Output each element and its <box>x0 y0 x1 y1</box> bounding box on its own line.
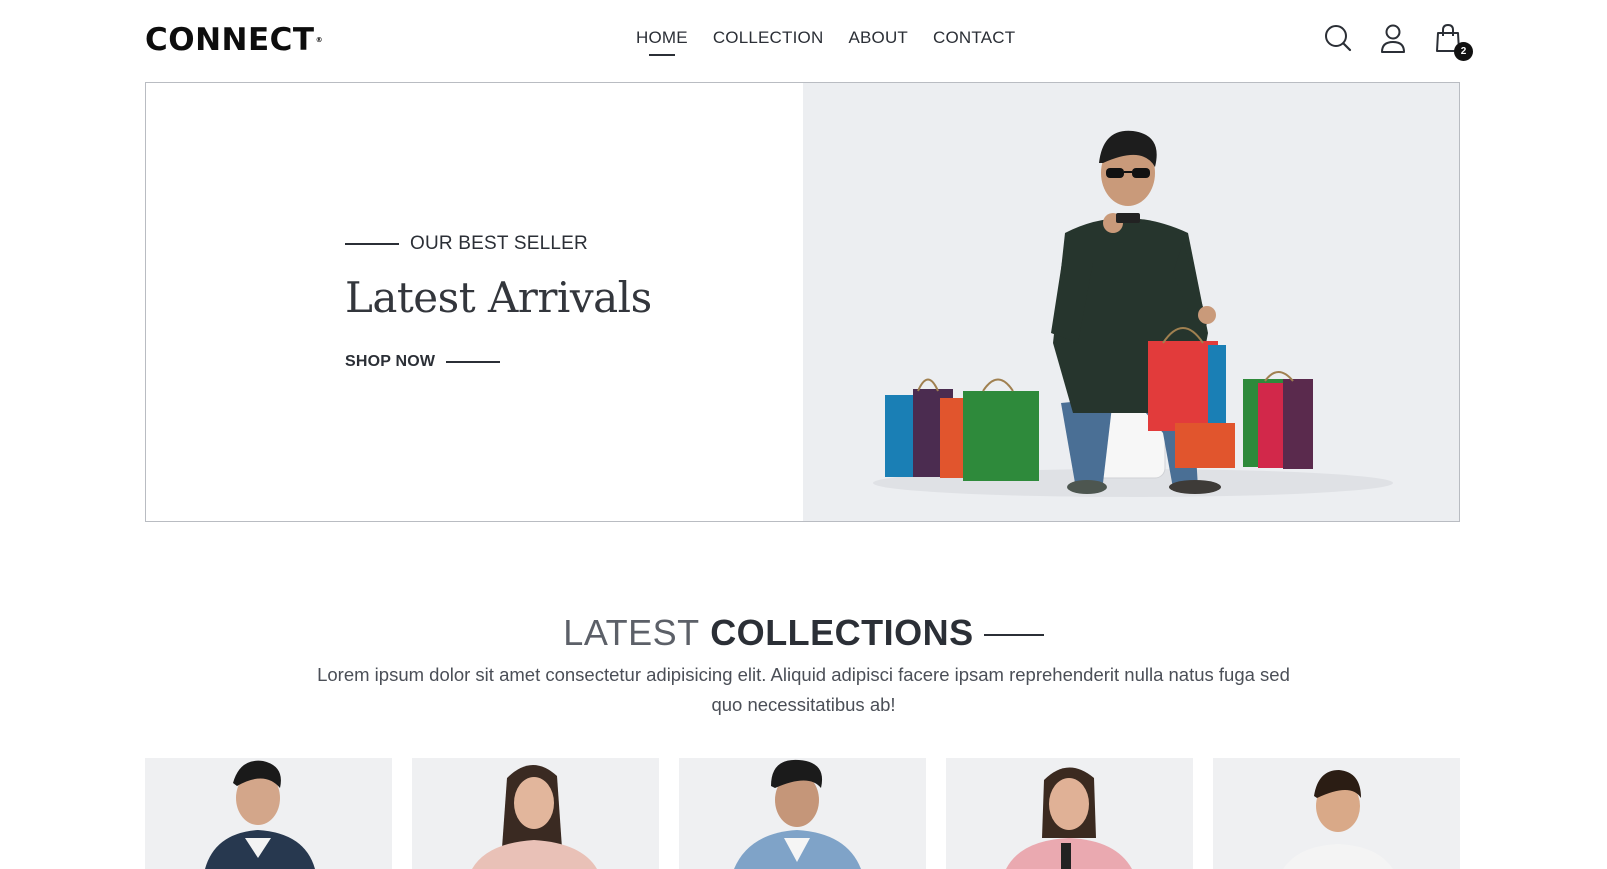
header-actions: 2 <box>1322 22 1487 61</box>
product-image-denim-jacket-men <box>205 760 315 869</box>
product-card[interactable] <box>1213 758 1460 869</box>
hero-text-panel: OUR BEST SELLER Latest Arrivals SHOP NOW <box>146 83 803 521</box>
account-button[interactable] <box>1377 22 1413 58</box>
product-image-denim-jacket-curly <box>734 759 861 869</box>
hero-banner: OUR BEST SELLER Latest Arrivals SHOP NOW <box>145 82 1460 522</box>
shop-now-link[interactable]: SHOP NOW <box>345 353 501 371</box>
product-image-pink-top-women <box>472 764 597 869</box>
collections-description: Lorem ipsum dolor sit amet consectetur a… <box>317 664 1290 715</box>
main-nav: HOME COLLECTION ABOUT CONTACT <box>636 26 1040 50</box>
collections-title: LATEST COLLECTIONS <box>0 612 1607 654</box>
nav-home[interactable]: HOME <box>636 26 688 50</box>
search-icon <box>1325 25 1352 52</box>
hero-model-illustration <box>873 130 1393 497</box>
cart-count-badge: 2 <box>1454 42 1473 61</box>
registered-mark: ® <box>315 36 324 44</box>
cart-button[interactable]: 2 <box>1432 22 1473 61</box>
product-card[interactable] <box>412 758 659 869</box>
site-header: CONNECT® HOME COLLECTION ABOUT CONTACT 2 <box>0 0 1607 80</box>
search-button[interactable] <box>1322 22 1358 58</box>
nav-about[interactable]: ABOUT <box>848 26 908 50</box>
brand-logo-text: CONNECT <box>145 22 315 58</box>
nav-contact[interactable]: CONTACT <box>933 26 1015 50</box>
collections-title-light: LATEST <box>563 612 700 653</box>
shopping-bags-left <box>885 378 1039 481</box>
product-image-kids-tshirt <box>1283 770 1393 869</box>
collections-title-bold: COLLECTIONS <box>710 612 974 653</box>
title-divider <box>983 634 1044 637</box>
product-image-pink-jacket-women <box>1006 767 1132 869</box>
shop-now-label: SHOP NOW <box>345 353 436 370</box>
product-card[interactable] <box>679 758 926 869</box>
brand-logo[interactable]: CONNECT® <box>145 22 323 58</box>
user-icon <box>1381 24 1405 53</box>
hero-image <box>803 83 1459 521</box>
eyebrow-divider <box>345 243 399 245</box>
hero-title: Latest Arrivals <box>345 273 652 322</box>
hero-eyebrow: OUR BEST SELLER <box>345 233 588 255</box>
eyebrow-text: OUR BEST SELLER <box>410 233 588 254</box>
cta-divider <box>446 361 501 363</box>
product-card[interactable] <box>946 758 1193 869</box>
nav-collection[interactable]: COLLECTION <box>713 26 824 50</box>
product-grid <box>145 758 1460 869</box>
product-card[interactable] <box>145 758 392 869</box>
